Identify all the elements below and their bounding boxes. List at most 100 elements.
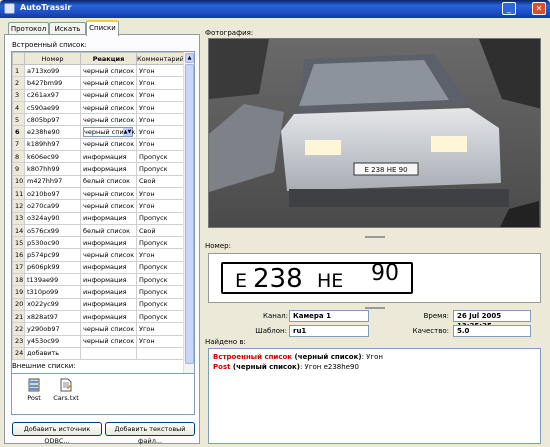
reaction-cell[interactable]: черный список bbox=[80, 88, 137, 102]
plate-cell[interactable]: c261ax97 bbox=[24, 88, 81, 102]
tab-lists[interactable]: Списки bbox=[86, 20, 119, 36]
table-row[interactable]: 11 o210bo97 черный список Угон bbox=[12, 186, 185, 201]
table-row[interactable]: 12 o270ca99 черный список Угон bbox=[12, 199, 185, 213]
table-row[interactable]: 22 y290ob97 черный список Угон bbox=[12, 322, 185, 336]
comment-cell[interactable]: Пропуск bbox=[136, 285, 185, 299]
close-button[interactable]: ✕ bbox=[532, 2, 546, 15]
plate-splitter[interactable] bbox=[365, 307, 385, 309]
add-odbc-source-button[interactable]: Добавить источник ODBC... bbox=[12, 422, 102, 445]
table-row[interactable]: 14 o576cx99 белый список Свой bbox=[12, 223, 185, 238]
plate-cell[interactable]: t310po99 bbox=[24, 285, 81, 299]
reaction-cell[interactable]: белый список bbox=[80, 174, 137, 188]
comment-cell[interactable]: Свой bbox=[136, 174, 185, 188]
comment-cell[interactable]: Пропуск bbox=[136, 211, 185, 225]
reaction-cell[interactable]: черный список bbox=[80, 100, 137, 115]
table-row[interactable]: 3 c261ax97 черный список Угон bbox=[12, 88, 185, 102]
table-row[interactable]: 9 k807hh99 информация Пропуск bbox=[12, 162, 185, 176]
scroll-up-button[interactable]: ▲ bbox=[185, 53, 194, 63]
external-lists[interactable]: Post Cars.txt bbox=[11, 373, 195, 415]
plate-cell[interactable]: p530oc90 bbox=[24, 236, 81, 250]
plate-cell[interactable]: p574pc99 bbox=[24, 248, 81, 262]
reaction-cell[interactable]: черный список bbox=[80, 334, 137, 348]
comment-cell[interactable]: Угон bbox=[136, 76, 185, 90]
reaction-cell[interactable]: черный список bbox=[80, 322, 137, 336]
reaction-cell[interactable]: черный список ▲▼ bbox=[80, 125, 137, 139]
reaction-cell[interactable]: информация bbox=[80, 150, 137, 164]
reaction-cell[interactable]: информация bbox=[80, 236, 137, 250]
plate-cell[interactable]: c805bp97 bbox=[24, 113, 81, 127]
grid-scrollbar[interactable]: ▲ ▼ bbox=[183, 52, 194, 392]
reaction-cell[interactable]: информация bbox=[80, 273, 137, 287]
plate-cell[interactable]: p606pk99 bbox=[24, 260, 81, 275]
reaction-cell[interactable]: информация bbox=[80, 285, 137, 299]
reaction-cell[interactable]: информация bbox=[80, 260, 137, 275]
table-row[interactable]: 15 p530oc90 информация Пропуск bbox=[12, 236, 185, 250]
plate-cell[interactable]: o210bo97 bbox=[24, 186, 81, 201]
reaction-cell[interactable]: черный список bbox=[80, 199, 137, 213]
reaction-cell[interactable]: информация bbox=[80, 297, 137, 311]
table-row[interactable]: 1 a713xo99 черный список Угон bbox=[12, 63, 185, 78]
plate-cell[interactable]: k807hh99 bbox=[24, 162, 81, 176]
external-item-cars-txt[interactable]: Cars.txt bbox=[50, 378, 82, 402]
table-row[interactable]: 19 t310po99 информация Пропуск bbox=[12, 285, 185, 299]
comment-cell[interactable]: Угон bbox=[136, 137, 185, 152]
add-text-file-button[interactable]: Добавить текстовый файл... bbox=[105, 422, 195, 445]
external-item-post[interactable]: Post bbox=[18, 378, 50, 402]
plate-cell[interactable]: y290ob97 bbox=[24, 322, 81, 336]
photo-splitter[interactable] bbox=[365, 236, 385, 238]
comment-cell[interactable]: Пропуск bbox=[136, 150, 185, 164]
comment-cell[interactable]: Пропуск bbox=[136, 236, 185, 250]
plate-cell[interactable]: k189hh97 bbox=[24, 137, 81, 152]
table-row[interactable]: 6 e238he90 черный список ▲▼ Угон bbox=[12, 125, 185, 139]
scroll-thumb[interactable] bbox=[185, 64, 194, 364]
plate-cell[interactable]: x828at97 bbox=[24, 309, 81, 324]
builtin-list-grid[interactable]: Номер Реакция Комментарий 1 a713xo99 черны… bbox=[11, 51, 195, 393]
comment-cell[interactable]: Угон bbox=[136, 248, 185, 262]
reaction-cell[interactable]: черный список bbox=[80, 63, 137, 78]
reaction-cell[interactable]: информация bbox=[80, 211, 137, 225]
plate-cell[interactable]: o270ca99 bbox=[24, 199, 81, 213]
table-row[interactable]: 21 x828at97 информация Пропуск bbox=[12, 309, 185, 324]
reaction-cell[interactable]: информация bbox=[80, 162, 137, 176]
comment-cell[interactable]: Угон bbox=[136, 113, 185, 127]
comment-cell[interactable]: Пропуск bbox=[136, 162, 185, 176]
comment-cell[interactable]: Угон bbox=[136, 186, 185, 201]
plate-cell[interactable]: a713xo99 bbox=[24, 63, 81, 78]
reaction-cell[interactable]: черный список bbox=[80, 137, 137, 152]
comment-cell[interactable]: Угон bbox=[136, 63, 185, 78]
plate-cell[interactable]: b427bm99 bbox=[24, 76, 81, 90]
reaction-cell[interactable]: белый список bbox=[80, 223, 137, 238]
table-row[interactable]: 20 x022yc99 информация Пропуск bbox=[12, 297, 185, 311]
table-row[interactable]: 23 y453oc99 черный список Угон bbox=[12, 334, 185, 348]
reaction-cell[interactable]: черный список bbox=[80, 76, 137, 90]
table-row[interactable]: 10 m427hh97 белый список Свой bbox=[12, 174, 185, 188]
plate-cell[interactable]: добавить bbox=[24, 346, 81, 361]
reaction-dropdown[interactable]: черный список ▲▼ bbox=[83, 127, 135, 138]
table-row[interactable]: 8 k606ec99 информация Пропуск bbox=[12, 150, 185, 164]
reaction-cell[interactable]: информация bbox=[80, 309, 137, 324]
reaction-cell[interactable] bbox=[80, 346, 137, 361]
plate-cell[interactable]: o576cx99 bbox=[24, 223, 81, 238]
plate-cell[interactable]: t139ae99 bbox=[24, 273, 81, 287]
comment-cell[interactable]: Угон bbox=[136, 334, 185, 348]
table-row[interactable]: 13 o324ay90 информация Пропуск bbox=[12, 211, 185, 225]
comment-cell[interactable]: Свой bbox=[136, 223, 185, 238]
table-row[interactable]: 24 добавить bbox=[12, 346, 185, 361]
table-row[interactable]: 17 p606pk99 информация Пропуск bbox=[12, 260, 185, 275]
table-row[interactable]: 16 p574pc99 черный список Угон bbox=[12, 248, 185, 262]
column-header-comment[interactable]: Комментарий bbox=[136, 52, 185, 65]
column-header-reaction[interactable]: Реакция bbox=[80, 52, 137, 65]
reaction-cell[interactable]: черный список bbox=[80, 113, 137, 127]
comment-cell[interactable]: Пропуск bbox=[136, 309, 185, 324]
title-bar[interactable]: AutoTrassir _ ✕ bbox=[0, 0, 550, 18]
minimize-button[interactable]: _ bbox=[502, 2, 516, 15]
plate-cell[interactable]: k606ec99 bbox=[24, 150, 81, 164]
column-header-plate[interactable]: Номер bbox=[24, 52, 81, 65]
table-row[interactable]: 2 b427bm99 черный список Угон bbox=[12, 76, 185, 90]
reaction-cell[interactable]: черный список bbox=[80, 186, 137, 201]
table-row[interactable]: 7 k189hh97 черный список Угон bbox=[12, 137, 185, 152]
comment-cell[interactable]: Угон bbox=[136, 100, 185, 115]
comment-cell[interactable] bbox=[136, 346, 185, 361]
plate-cell[interactable]: o324ay90 bbox=[24, 211, 81, 225]
reaction-cell[interactable]: черный список bbox=[80, 248, 137, 262]
